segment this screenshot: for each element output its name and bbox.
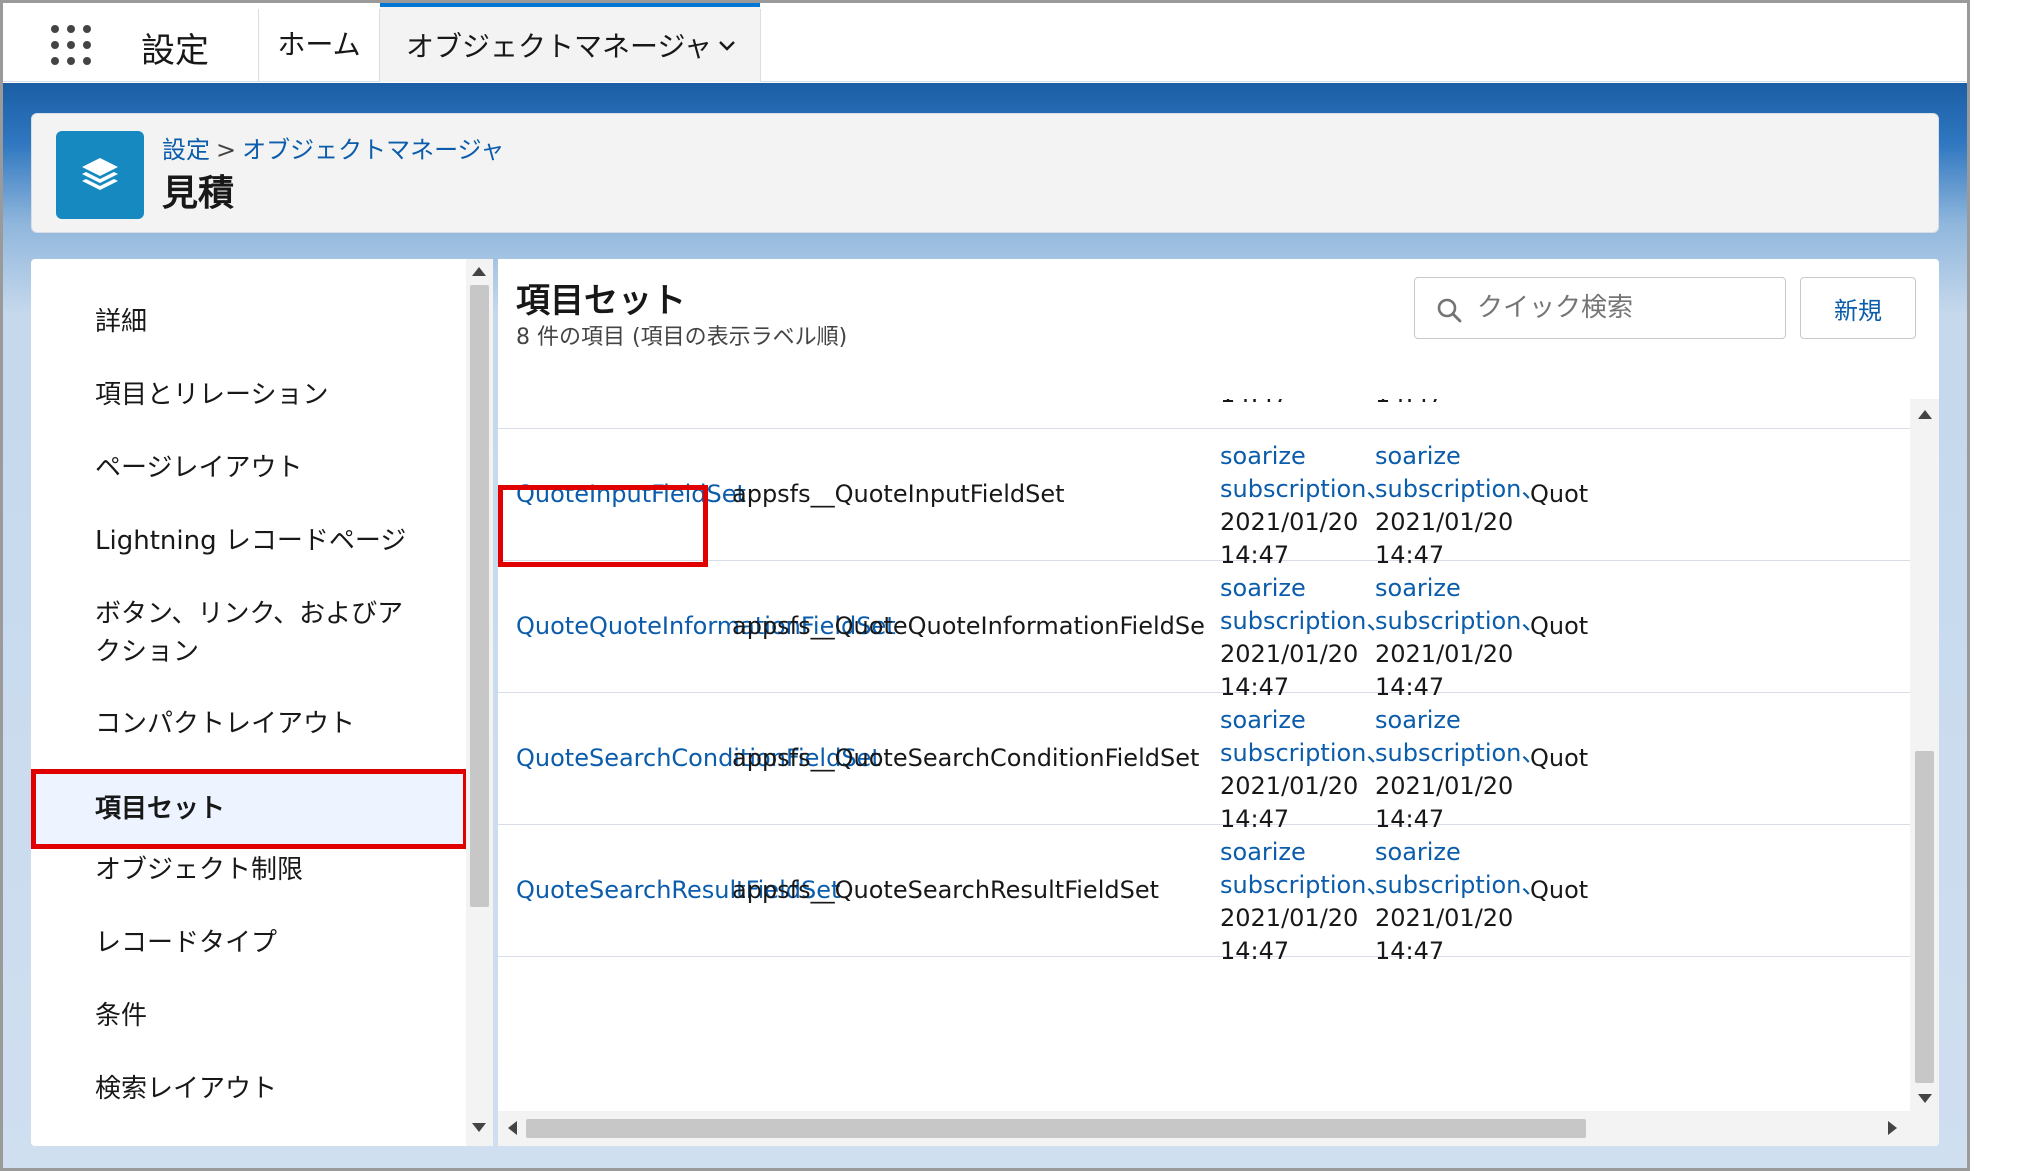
object-sidebar: 詳細 項目とリレーション ページレイアウト Lightning レコードページ … — [31, 259, 493, 1146]
api-name: appsfs__QuoteSearchResultFieldSet — [732, 876, 1160, 904]
sidebar-item-record-types[interactable]: レコードタイプ — [31, 924, 466, 962]
field-sets-table: 14:47 14:47 QuoteInputFieldSet appsfs__Q… — [498, 399, 1910, 1111]
sidebar-item-fields-relationships[interactable]: 項目とリレーション — [31, 376, 466, 414]
tab-object-manager-label: オブジェクトマネージャ — [406, 29, 713, 63]
created-by: soarize subscription、 2021/01/20 14:47 — [1220, 836, 1390, 968]
scroll-left-icon[interactable] — [508, 1121, 517, 1135]
tab-home[interactable]: ホーム — [259, 3, 379, 82]
breadcrumb-object-manager-link[interactable]: オブジェクトマネージャ — [242, 136, 504, 164]
table-row: QuoteQuoteInformationFieldSet appsfs__Qu… — [498, 562, 1910, 701]
modified-date: 2021/01/20 — [1375, 772, 1514, 800]
created-by-user-link[interactable]: soarize — [1220, 440, 1390, 473]
new-button[interactable]: 新規 — [1800, 277, 1916, 339]
api-name: appsfs__QuoteQuoteInformationFieldSe — [732, 612, 1205, 640]
modified-by-user-link[interactable]: soarize — [1375, 704, 1545, 737]
highlight-box — [31, 769, 468, 849]
created-by-user-link[interactable]: subscription、 — [1220, 869, 1390, 902]
modified-date: 2021/01/20 — [1375, 508, 1514, 536]
created-by-user-link[interactable]: subscription、 — [1220, 605, 1390, 638]
created-by-user-link[interactable]: subscription、 — [1220, 473, 1390, 506]
created-by-user-link[interactable]: subscription、 — [1220, 737, 1390, 770]
sidebar-item-conditions[interactable]: 条件 — [31, 997, 466, 1035]
modified-by-user-link[interactable]: soarize — [1375, 440, 1545, 473]
sidebar-item-buttons-links-actions[interactable]: ボタン、リンク、およびア クション — [31, 595, 466, 671]
table-vertical-scrollbar[interactable] — [1910, 399, 1939, 1146]
sidebar-item-search-layouts[interactable]: 検索レイアウト — [31, 1070, 466, 1108]
table-row: QuoteSearchResultFieldSet appsfs__QuoteS… — [498, 826, 1910, 965]
created-date: 2021/01/20 — [1220, 508, 1359, 536]
app-name: 設定 — [141, 31, 209, 71]
modified-time-partial: 14:47 — [1220, 399, 1289, 411]
sidebar-item-lightning-record-pages[interactable]: Lightning レコードページ — [31, 522, 466, 560]
modified-date: 2021/01/20 — [1375, 904, 1514, 932]
sidebar-item-details[interactable]: 詳細 — [31, 303, 466, 341]
modified-by: soarize subscription、 2021/01/20 14:47 — [1375, 836, 1545, 968]
created-date: 2021/01/20 — [1220, 772, 1359, 800]
section-title: 項目セット — [516, 281, 686, 321]
modified-by: soarize subscription、 2021/01/20 14:47 — [1375, 572, 1545, 704]
modified-by-user-link[interactable]: subscription、 — [1375, 473, 1545, 506]
breadcrumb: 設定 > オブジェクトマネージャ — [162, 130, 504, 165]
truncated-column: Quote — [1530, 612, 1588, 640]
scrollbar-thumb[interactable] — [526, 1119, 1586, 1138]
truncated-column: Quote — [1530, 744, 1588, 772]
created-date: 2021/01/20 — [1220, 904, 1359, 932]
scrollbar-thumb[interactable] — [470, 285, 489, 907]
api-name: appsfs__QuoteSearchConditionFieldSet — [732, 744, 1200, 772]
truncated-column: Quote — [1530, 876, 1588, 904]
created-by: soarize subscription、 2021/01/20 14:47 — [1220, 440, 1390, 572]
app-window: 設定 ホーム オブジェクトマネージャ 設定 > オブジェクトマネージャ 見積 詳細 — [0, 0, 1970, 1171]
page-header: 設定 > オブジェクトマネージャ 見積 — [31, 113, 1939, 233]
global-nav-bar: 設定 ホーム オブジェクトマネージャ — [3, 3, 1967, 82]
sidebar-item-compact-layouts[interactable]: コンパクトレイアウト — [31, 705, 466, 743]
quick-search-input[interactable] — [1414, 277, 1786, 339]
scroll-down-icon[interactable] — [472, 1123, 486, 1132]
page-title: 見積 — [162, 173, 235, 214]
sidebar-item-label-continued: クション — [95, 637, 200, 667]
table-row: QuoteSearchConditionFieldSet appsfs__Quo… — [498, 694, 1910, 833]
tab-object-manager[interactable]: オブジェクトマネージャ — [380, 3, 760, 82]
created-time: 14:47 — [1220, 937, 1290, 965]
modified-by-user-link[interactable]: subscription、 — [1375, 605, 1545, 638]
search-icon — [1437, 298, 1462, 323]
modified-date: 2021/01/20 — [1375, 640, 1514, 668]
highlight-box — [498, 485, 708, 567]
scroll-up-icon[interactable] — [1918, 410, 1932, 419]
modified-by-user-link[interactable]: soarize — [1375, 572, 1545, 605]
scroll-up-icon[interactable] — [472, 267, 486, 276]
created-by: soarize subscription、 2021/01/20 14:47 — [1220, 572, 1390, 704]
breadcrumb-setup-link[interactable]: 設定 — [162, 136, 210, 164]
scrollbar-thumb[interactable] — [1915, 751, 1934, 1083]
sidebar-scrollbar[interactable] — [466, 259, 493, 1146]
nav-divider — [760, 9, 761, 82]
stack-layers-icon — [56, 131, 144, 219]
sidebar-item-object-limits[interactable]: オブジェクト制限 — [31, 851, 466, 889]
field-sets-panel: 項目セット 8 件の項目 (項目の表示ラベル順) 新規 14:47 14:47 … — [498, 259, 1939, 1146]
scroll-right-icon[interactable] — [1888, 1121, 1897, 1135]
modified-by: soarize subscription、 2021/01/20 14:47 — [1375, 440, 1545, 572]
sidebar-item-page-layouts[interactable]: ページレイアウト — [31, 449, 466, 487]
section-subtitle: 8 件の項目 (項目の表示ラベル順) — [516, 325, 848, 350]
table-row: QuoteInputFieldSet appsfs__QuoteInputFie… — [498, 430, 1910, 569]
sidebar-item-label: ボタン、リンク、およびア — [95, 599, 404, 629]
chevron-down-icon[interactable] — [718, 37, 736, 55]
modified-by-user-link[interactable]: subscription、 — [1375, 869, 1545, 902]
created-by: soarize subscription、 2021/01/20 14:47 — [1220, 704, 1390, 836]
table-row: 14:47 14:47 — [498, 399, 1910, 429]
modified-by-user-link[interactable]: subscription、 — [1375, 737, 1545, 770]
api-name: appsfs__QuoteInputFieldSet — [732, 480, 1065, 508]
breadcrumb-separator: > — [216, 136, 237, 164]
app-launcher-icon[interactable] — [51, 25, 91, 65]
truncated-column: Quote — [1530, 480, 1588, 508]
created-by-user-link[interactable]: soarize — [1220, 572, 1390, 605]
modified-time: 14:47 — [1375, 937, 1445, 965]
modified-time-partial: 14:47 — [1375, 399, 1444, 411]
created-date: 2021/01/20 — [1220, 640, 1359, 668]
scroll-down-icon[interactable] — [1918, 1094, 1932, 1103]
created-by-user-link[interactable]: soarize — [1220, 704, 1390, 737]
created-by-user-link[interactable]: soarize — [1220, 836, 1390, 869]
modified-by-user-link[interactable]: soarize — [1375, 836, 1545, 869]
modified-by: soarize subscription、 2021/01/20 14:47 — [1375, 704, 1545, 836]
table-horizontal-scrollbar[interactable] — [498, 1111, 1910, 1146]
